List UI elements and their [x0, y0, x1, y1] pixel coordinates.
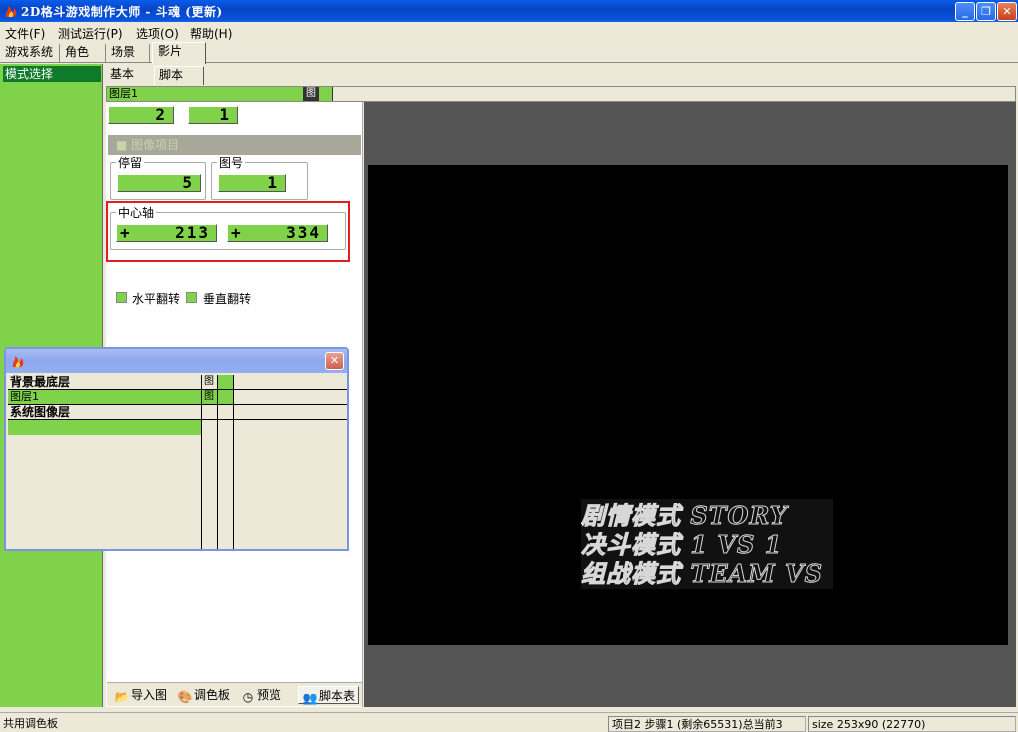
stay-field[interactable]: 5 [117, 174, 201, 192]
layer-window[interactable]: ✕ 背景最底层 图 图层1 图 系统图像层 [4, 347, 349, 551]
script-table-label: 脚本表 [319, 689, 356, 703]
app-flame-icon [5, 6, 17, 17]
layer-row-image-icon[interactable]: 图 [202, 390, 216, 404]
layer-bar: 图层1 图 [106, 86, 1016, 102]
menu-test-run[interactable]: 测试运行(P) [58, 25, 123, 42]
layer-window-close-button[interactable]: ✕ [325, 352, 344, 370]
window-title: 2D格斗游戏制作大师 - 斗魂 (更新) [21, 5, 223, 19]
tab-stage[interactable]: 场景 [106, 44, 150, 63]
menu-bar: 文件(F) 测试运行(P) 选项(O) 帮助(H) [0, 22, 1018, 43]
minimize-button[interactable]: _ [955, 2, 975, 21]
layer-image-icon[interactable]: 图 [303, 87, 319, 101]
layer-table: 背景最底层 图 图层1 图 系统图像层 [8, 375, 347, 549]
clock-icon: ◷ [242, 690, 254, 704]
menu-file[interactable]: 文件(F) [5, 25, 45, 42]
app-flame-icon [12, 356, 24, 367]
preview-button[interactable]: ◷ 预览 [240, 686, 281, 704]
main-tab-strip: 游戏系统 角色 场景 影片 [0, 42, 1018, 64]
sprite-line-versus: 决斗模式 1 VS 1 [580, 530, 783, 559]
folder-icon: 📂 [114, 690, 130, 704]
layer-row-name: 背景最底层 [10, 375, 71, 389]
people-icon: 👥 [302, 691, 318, 705]
layer-row-name: 系统图像层 [10, 405, 71, 419]
flip-vertical-label[interactable]: 垂直翻转 [203, 290, 251, 307]
form-toolbar: 📂 导入图 🎨 调色板 ◷ 预览 👥 脚本表 [107, 682, 362, 706]
layer-row[interactable]: 背景最底层 图 [8, 375, 347, 390]
frame-field-a[interactable]: 2 [108, 106, 174, 124]
layer-name[interactable]: 图层1 [107, 87, 333, 101]
sprite-line-story: 剧情模式 STORY [581, 501, 788, 530]
status-middle: 项目2 步骤1 (剩余65531)总当前3 [608, 716, 806, 732]
tab-basic[interactable]: 基本 [106, 66, 152, 85]
mode-select-item[interactable]: 模式选择 [3, 66, 101, 82]
tab-character[interactable]: 角色 [60, 44, 106, 63]
image-no-field[interactable]: 1 [218, 174, 286, 192]
stay-label: 停留 [116, 156, 145, 170]
layer-row-image-icon[interactable]: 图 [202, 375, 216, 389]
import-image-label: 导入图 [131, 688, 168, 702]
tab-game-system[interactable]: 游戏系统 [0, 44, 60, 63]
layer-row[interactable]: 图层1 图 [8, 390, 347, 405]
layer-row[interactable]: 系统图像层 [8, 405, 347, 420]
preview-label: 预览 [257, 688, 282, 702]
section-bar: ■ 图像项目 [108, 135, 361, 155]
flip-horizontal-checkbox[interactable] [116, 292, 127, 303]
menu-help[interactable]: 帮助(H) [190, 25, 232, 42]
status-right: size 253x90 (22770) [808, 716, 1016, 732]
layer-row-name: 图层1 [10, 390, 39, 403]
close-button[interactable]: ✕ [997, 2, 1017, 21]
layer-column-divider [217, 375, 218, 549]
script-table-button[interactable]: 👥 脚本表 [298, 686, 360, 705]
tab-movie[interactable]: 影片 [152, 42, 206, 64]
palette-label: 调色板 [194, 688, 231, 702]
frame-field-b[interactable]: 1 [188, 106, 238, 124]
import-image-button[interactable]: 📂 导入图 [114, 686, 168, 704]
status-left: 共用调色板 [3, 717, 58, 730]
layer-column-divider [201, 375, 202, 549]
menu-sprite-image[interactable]: 剧情模式 STORY 决斗模式 1 VS 1 组战模式 TEAM VS [580, 499, 833, 589]
menu-options[interactable]: 选项(O) [136, 25, 179, 42]
layer-window-title-bar[interactable]: ✕ [6, 349, 347, 373]
flip-horizontal-label[interactable]: 水平翻转 [132, 290, 180, 307]
tab-script[interactable]: 脚本 [154, 66, 204, 85]
layer-row-empty[interactable] [8, 420, 347, 435]
center-axis-highlight [106, 201, 350, 262]
palette-icon: 🎨 [177, 690, 193, 704]
title-bar: 2D格斗游戏制作大师 - 斗魂 (更新) _ ❐ ✕ [0, 0, 1018, 22]
flip-vertical-checkbox[interactable] [186, 292, 197, 303]
status-bar: 共用调色板 项目2 步骤1 (剩余65531)总当前3 size 253x90 … [0, 712, 1018, 732]
palette-button[interactable]: 🎨 调色板 [177, 686, 231, 704]
layer-column-divider [233, 375, 234, 549]
maximize-button[interactable]: ❐ [976, 2, 996, 21]
sprite-line-team: 组战模式 TEAM VS [580, 559, 824, 588]
image-no-label: 图号 [217, 156, 246, 170]
